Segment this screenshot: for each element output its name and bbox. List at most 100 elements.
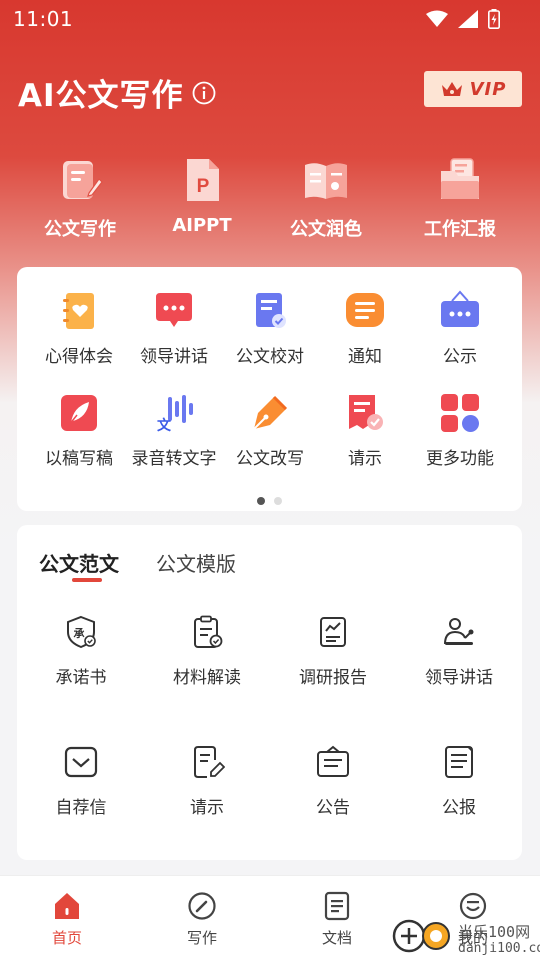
tab-document-templates[interactable]: 公文模版 <box>156 548 236 577</box>
page-indicator <box>17 497 522 505</box>
nav-label: 写作 <box>186 929 217 947</box>
clipboard-check-icon <box>194 615 223 648</box>
grid-item-label: 心得体会 <box>45 347 113 367</box>
grid-item-voice-to-text[interactable]: 文 录音转文字 <box>126 391 222 469</box>
edit-document-icon <box>194 746 225 778</box>
template-item-label: 承诺书 <box>55 668 107 688</box>
template-item-label: 公报 <box>442 798 476 818</box>
grid-item-rewrite[interactable]: 公文改写 <box>222 391 318 469</box>
template-item-promise[interactable]: 承 承诺书 <box>19 614 143 688</box>
template-item-label: 领导讲话 <box>425 668 493 688</box>
report-folder-icon <box>441 158 479 199</box>
nav-label: 首页 <box>51 929 82 947</box>
grid-item-label: 以稿写稿 <box>45 449 113 469</box>
voice-text-icon: 文 <box>157 395 193 434</box>
compass-pen-icon <box>188 892 216 920</box>
battery-icon <box>488 9 500 29</box>
crown-icon <box>441 82 462 96</box>
more-grid-icon <box>441 394 479 432</box>
newspaper-icon <box>445 746 473 778</box>
feature-work-report[interactable]: 工作汇报 <box>400 155 520 241</box>
fountain-pen-icon <box>253 395 288 430</box>
feature-label: 公文润色 <box>290 219 362 240</box>
template-item-announcement[interactable]: 公告 <box>271 744 395 818</box>
heart-notebook-icon <box>63 293 94 329</box>
feature-label: 工作汇报 <box>424 219 496 240</box>
grid-item-leader-speech[interactable]: 领导讲话 <box>126 289 222 367</box>
grid-item-reflections[interactable]: 心得体会 <box>31 289 127 367</box>
status-icons <box>426 9 500 29</box>
grid-item-label: 更多功能 <box>426 449 494 469</box>
grid-item-label: 录音转文字 <box>131 449 217 469</box>
speech-bubble-icon <box>156 293 192 327</box>
ppt-file-icon: P <box>187 159 219 201</box>
status-time: 11:01 <box>13 7 74 31</box>
feature-polish[interactable]: 公文润色 <box>266 155 386 241</box>
check-document-icon <box>256 293 286 328</box>
grid-item-label: 请示 <box>348 449 382 469</box>
watermark-title: 当乐100网 <box>458 923 531 941</box>
templates-card: 公文范文 公文模版 承 承诺书 材料解读 调研报告 领导讲话 自荐信 请示 公告… <box>17 525 522 860</box>
vip-button[interactable]: VIP <box>424 71 522 107</box>
feature-label: 公文写作 <box>44 219 116 240</box>
feather-icon <box>61 395 97 431</box>
tab-sample-documents[interactable]: 公文范文 <box>39 548 119 577</box>
template-item-label: 材料解读 <box>173 668 241 688</box>
open-book-icon <box>305 163 347 199</box>
grid-item-request[interactable]: 请示 <box>317 391 413 469</box>
shield-promise-icon: 承 <box>67 615 96 649</box>
feature-label: AIPPT <box>172 215 232 236</box>
svg-text:承: 承 <box>74 626 86 640</box>
active-tab-indicator <box>72 578 102 582</box>
document-icon <box>324 891 350 921</box>
notice-icon <box>346 293 384 327</box>
feature-official-writing[interactable]: 公文写作 <box>20 155 140 241</box>
pen-notebook-icon <box>63 161 103 199</box>
svg-text:文: 文 <box>157 417 172 434</box>
watermark-url: danji100.com <box>458 941 540 956</box>
status-bar: 11:01 <box>0 0 540 38</box>
feature-aippt[interactable]: P AIPPT <box>142 155 262 236</box>
grid-item-label: 领导讲话 <box>140 347 208 367</box>
chart-report-icon <box>320 617 346 647</box>
home-icon <box>55 893 79 919</box>
template-item-label: 请示 <box>190 798 224 818</box>
grid-item-label: 公文校对 <box>236 347 304 367</box>
app-title-row: AI公文写作 <box>18 70 216 115</box>
template-item-cover-letter[interactable]: 自荐信 <box>19 744 143 818</box>
grid-item-draft-from-draft[interactable]: 以稿写稿 <box>31 391 127 469</box>
page-dot-active <box>257 497 265 505</box>
home-screen: 11:01 AI公文写作 VIP 公文写作 P AIPPT 公文润色 工作汇报 <box>0 0 540 960</box>
template-item-communique[interactable]: 公报 <box>397 744 521 818</box>
nav-home[interactable]: 首页 <box>27 890 107 948</box>
grid-item-label: 公示 <box>443 347 477 367</box>
grid-item-more[interactable]: 更多功能 <box>412 391 508 469</box>
request-document-icon <box>349 395 383 430</box>
grid-item-proofread[interactable]: 公文校对 <box>222 289 318 367</box>
grid-item-notice[interactable]: 通知 <box>317 289 413 367</box>
speaker-podium-icon <box>444 618 474 645</box>
top-feature-row: 公文写作 P AIPPT 公文润色 工作汇报 <box>0 155 540 245</box>
info-icon[interactable] <box>192 81 216 105</box>
announcement-box-icon <box>317 745 349 777</box>
wifi-icon <box>426 10 448 27</box>
nav-documents[interactable]: 文档 <box>297 890 377 948</box>
template-item-label: 调研报告 <box>299 668 367 688</box>
svg-text:P: P <box>197 176 210 197</box>
cell-signal-icon <box>458 10 478 28</box>
template-item-material-interpretation[interactable]: 材料解读 <box>145 614 269 688</box>
envelope-icon <box>64 746 98 778</box>
grid-item-label: 通知 <box>348 347 382 367</box>
nav-label: 文档 <box>321 929 352 947</box>
template-item-research-report[interactable]: 调研报告 <box>271 614 395 688</box>
bulletin-board-icon <box>441 290 479 327</box>
grid-item-label: 公文改写 <box>236 449 304 469</box>
template-item-leader-speech[interactable]: 领导讲话 <box>397 614 521 688</box>
app-title: AI公文写作 <box>18 78 184 114</box>
feature-grid-card: 心得体会 领导讲话 公文校对 通知 公示 以稿写稿 文 录音转文字 公文改写 请… <box>17 267 522 511</box>
nav-write[interactable]: 写作 <box>162 890 242 948</box>
grid-item-public-notice[interactable]: 公示 <box>412 289 508 367</box>
template-item-request[interactable]: 请示 <box>145 744 269 818</box>
template-item-label: 公告 <box>316 798 350 818</box>
vip-label: VIP <box>469 78 507 100</box>
